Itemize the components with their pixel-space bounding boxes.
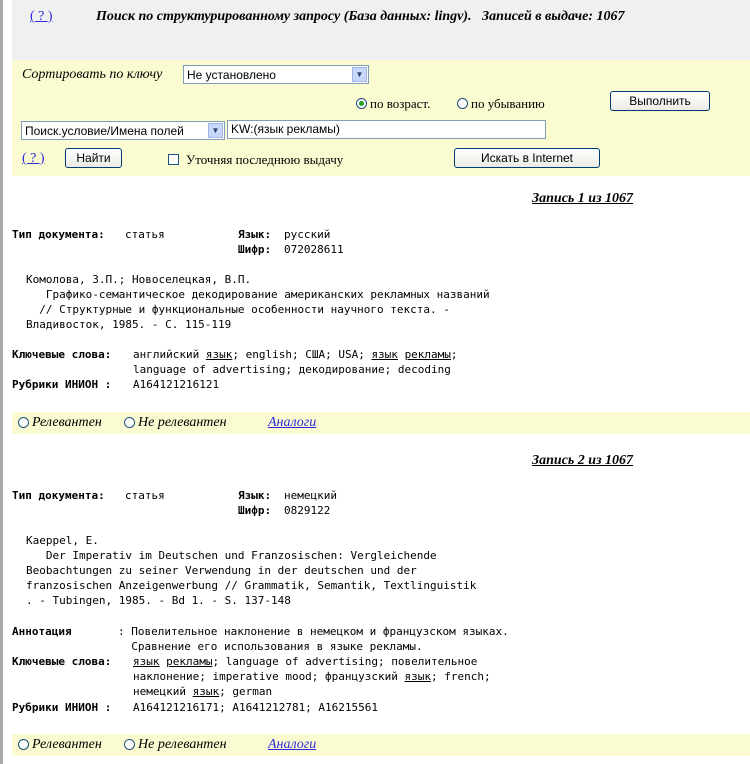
execute-button[interactable]: Выполнить <box>610 91 710 111</box>
keywords-line: наклонение; imperative mood; французский… <box>133 670 491 683</box>
citation-line: Комолова, З.П.; Новоселецкая, В.П. <box>26 273 252 286</box>
citation-line: Владивосток, 1985. - С. 115-119 <box>26 318 232 331</box>
refine-label: Уточняя последнюю выдачу <box>186 152 344 167</box>
sort-key-value: Не установлено <box>187 68 276 82</box>
annotation-line: : Повелительное наклонение в немецком и … <box>118 625 509 638</box>
keyword-link[interactable]: язык <box>371 348 398 361</box>
keywords-line: английский язык; english; США; USA; язык… <box>133 348 458 361</box>
sort-label: Сортировать по ключу <box>22 67 163 82</box>
chevron-down-icon[interactable]: ▼ <box>352 67 367 82</box>
keyword-link[interactable]: рекламы <box>166 655 212 668</box>
citation-line: . - Tubingen, 1985. - Bd 1. - S. 137-148 <box>26 594 291 607</box>
relevant-label: Релевантен <box>32 737 102 752</box>
not-relevant-radio[interactable] <box>124 417 135 428</box>
citation-line: Графико-семантическое декодирование амер… <box>26 288 490 301</box>
citation-line: // Структурные и функциональные особенно… <box>26 303 450 316</box>
keyword-link[interactable]: язык <box>133 655 160 668</box>
not-relevant-label: Не релевантен <box>138 415 227 430</box>
not-relevant-radio[interactable] <box>124 739 135 750</box>
chevron-down-icon[interactable]: ▼ <box>208 123 223 138</box>
relevant-radio[interactable] <box>18 739 29 750</box>
code-value: 072028611 <box>284 243 344 256</box>
search-query-input[interactable]: KW:(язык рекламы) <box>227 120 546 139</box>
citation-line: Der Imperativ im Deutschen und Franzosis… <box>26 549 437 562</box>
language-value: русский <box>284 228 331 241</box>
analogs-link[interactable]: Аналоги <box>268 737 316 753</box>
rubrics-value: A164121216171; A1641212781; A16215561 <box>133 701 379 714</box>
keywords-label: Ключевые слова: <box>12 348 112 361</box>
search-field-value: Поиск.условие/Имена полей <box>25 124 184 138</box>
sort-asc-radio[interactable] <box>356 98 367 109</box>
citation-line: Beobachtungen zu seiner Verwendung in de… <box>26 564 417 577</box>
keywords-line: language of advertising; декодирование; … <box>133 363 451 376</box>
code-value: 0829122 <box>284 504 331 517</box>
search-field-select[interactable]: Поиск.условие/Имена полей ▼ <box>21 121 225 140</box>
doc-type-label: Тип документа: <box>12 489 105 502</box>
record-title: Запись 1 из 1067 <box>532 191 634 206</box>
record-title: Запись 2 из 1067 <box>532 453 634 468</box>
sort-desc-radio[interactable] <box>457 98 468 109</box>
left-frame-border <box>0 0 3 764</box>
keywords-label: Ключевые слова: <box>12 655 112 668</box>
keyword-link[interactable]: язык <box>405 670 432 683</box>
code-label: Шифр: <box>238 243 272 256</box>
language-value: немецкий <box>284 489 337 502</box>
keyword-link[interactable]: рекламы <box>405 348 451 361</box>
header-help-link[interactable]: ( ? ) <box>30 9 53 25</box>
sort-asc-label: по возраст. <box>370 96 431 111</box>
relevant-radio[interactable] <box>18 417 29 428</box>
code-label: Шифр: <box>238 504 272 517</box>
sort-desc-label: по убыванию <box>471 96 545 111</box>
keyword-link[interactable]: язык <box>193 685 220 698</box>
relevance-bar <box>12 412 750 434</box>
keywords-line: язык рекламы; language of advertising; п… <box>133 655 478 668</box>
annotation-line: Сравнение его использования в языке рекл… <box>118 640 423 653</box>
keywords-line: немецкий язык; german <box>133 685 273 698</box>
analogs-link[interactable]: Аналоги <box>268 415 316 431</box>
rubrics-label: Рубрики ИНИОН : <box>12 701 112 714</box>
rubrics-label: Рубрики ИНИОН : <box>12 378 112 391</box>
search-help-link[interactable]: ( ? ) <box>22 151 45 167</box>
find-button[interactable]: Найти <box>65 148 122 168</box>
doc-type-label: Тип документа: <box>12 228 105 241</box>
citation-line: Kaeppel, E. <box>26 534 99 547</box>
sort-key-select[interactable]: Не установлено ▼ <box>183 65 369 84</box>
page-title: Поиск по структурированному запросу (Баз… <box>96 9 625 24</box>
relevant-label: Релевантен <box>32 415 102 430</box>
doc-type-value: статья <box>125 228 165 241</box>
rubrics-value: A164121216121 <box>133 378 220 391</box>
language-label: Язык: <box>238 489 272 502</box>
citation-line: franzosischen Anzeigenwerbung // Grammat… <box>26 579 477 592</box>
relevance-bar <box>12 734 750 756</box>
not-relevant-label: Не релевантен <box>138 737 227 752</box>
internet-search-button[interactable]: Искать в Internet <box>454 148 600 168</box>
keyword-link[interactable]: язык <box>206 348 233 361</box>
doc-type-value: статья <box>125 489 165 502</box>
language-label: Язык: <box>238 228 272 241</box>
annotation-label: Аннотация <box>12 625 72 638</box>
refine-checkbox[interactable] <box>168 154 179 165</box>
